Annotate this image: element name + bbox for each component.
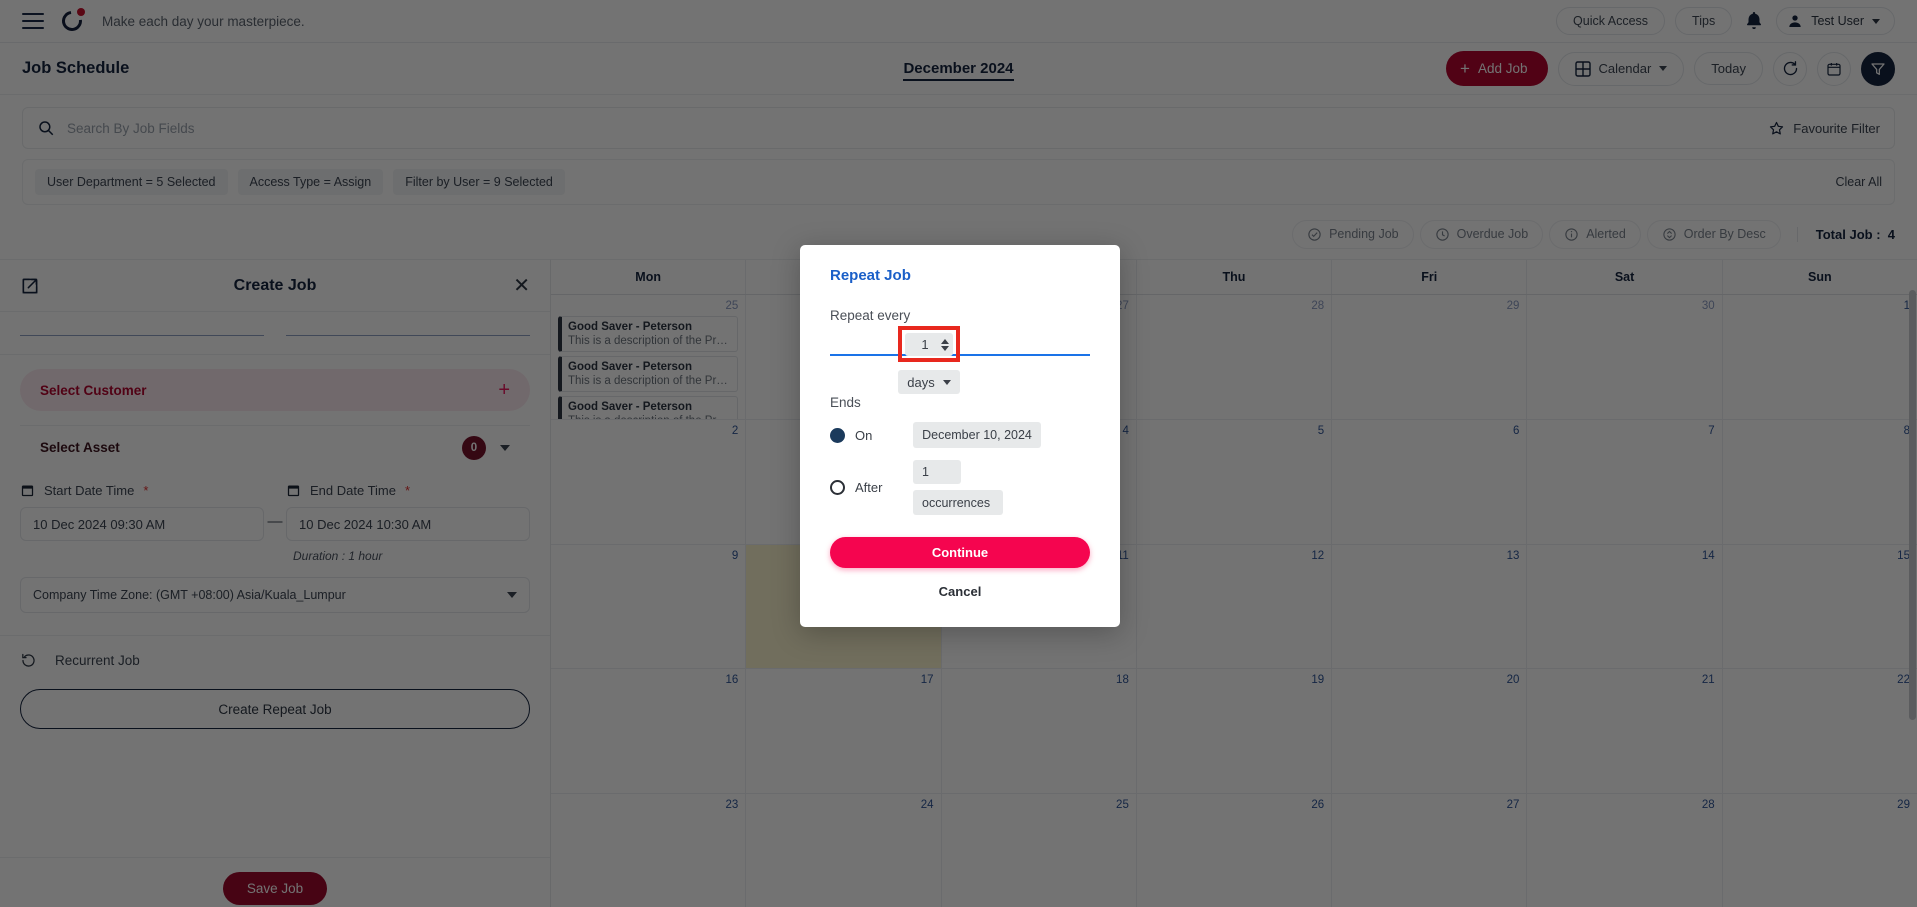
ends-on-row: On December 10, 2024 xyxy=(830,422,1090,448)
repeat-every-label: Repeat every xyxy=(830,308,911,323)
spinner-arrows-icon[interactable] xyxy=(941,338,949,351)
ends-after-row: After 1 occurrences xyxy=(830,460,1090,515)
ends-on-radio[interactable] xyxy=(830,427,845,443)
ends-after-radio[interactable] xyxy=(830,480,845,495)
dialog-title: Repeat Job xyxy=(830,267,911,284)
ends-on-label: On xyxy=(855,427,873,443)
cancel-button[interactable]: Cancel xyxy=(830,584,1090,599)
repeat-unit-value: days xyxy=(907,374,935,390)
occurrences-count-input[interactable]: 1 xyxy=(913,460,961,484)
focus-underline xyxy=(830,354,1090,356)
repeat-unit-select[interactable]: days xyxy=(898,370,960,394)
chevron-down-icon xyxy=(942,379,951,385)
occurrences-unit-label[interactable]: occurrences xyxy=(913,490,1003,515)
continue-button[interactable]: Continue xyxy=(830,537,1090,568)
repeat-interval-stepper[interactable]: 1 xyxy=(905,333,953,356)
ends-label: Ends xyxy=(830,395,861,410)
ends-after-label: After xyxy=(855,480,883,495)
repeat-job-dialog: Repeat Job Repeat every 1 days Ends On D… xyxy=(800,245,1120,627)
repeat-interval-value: 1 xyxy=(921,337,929,352)
repeat-interval-row: 1 days xyxy=(830,323,1090,394)
ends-on-date-input[interactable]: December 10, 2024 xyxy=(913,422,1041,448)
